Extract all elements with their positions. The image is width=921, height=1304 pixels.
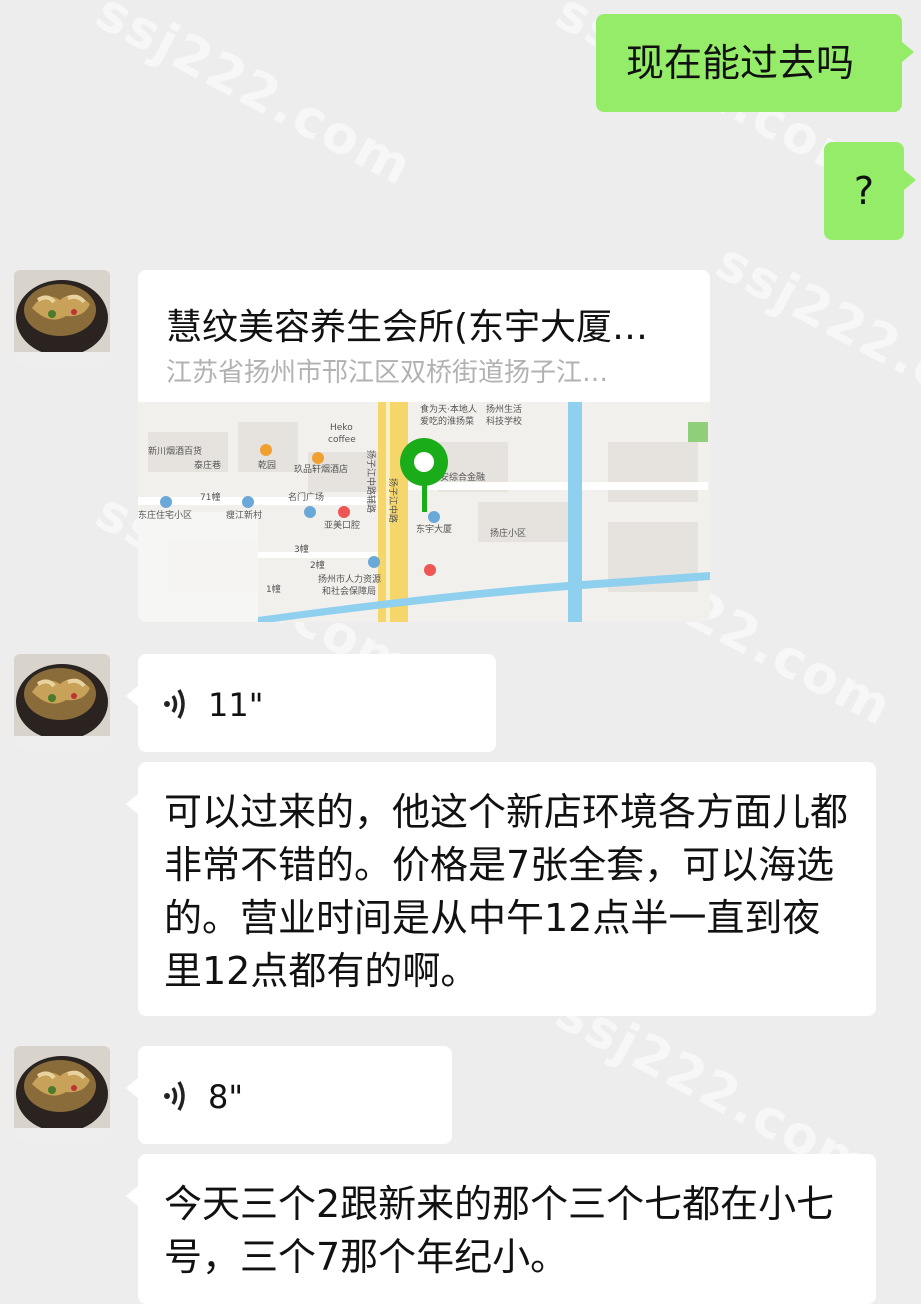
svg-text:东庄住宅小区: 东庄住宅小区 [138, 509, 192, 521]
watermark: ssj222.com [86, 0, 423, 199]
svg-text:1幢: 1幢 [266, 583, 281, 595]
svg-text:扬子江中路: 扬子江中路 [387, 478, 399, 523]
svg-text:新川烟酒百货: 新川烟酒百货 [148, 445, 202, 457]
avatar-image-icon [14, 270, 110, 366]
svg-text:亚美口腔: 亚美口腔 [324, 519, 360, 531]
svg-text:Heko: Heko [330, 423, 353, 433]
svg-text:71幢: 71幢 [200, 491, 220, 503]
location-title: 慧纹美容养生会所(东宇大厦… [166, 307, 649, 348]
svg-text:名门广场: 名门广场 [288, 491, 324, 503]
location-address: 江苏省扬州市邗江区双桥街道扬子江… [166, 358, 609, 388]
svg-text:扬庄小区: 扬庄小区 [490, 527, 526, 539]
voice-wave-icon [162, 682, 192, 736]
svg-text:coffee: coffee [328, 435, 356, 445]
sent-message-bubble[interactable]: 现在能过去吗 [596, 14, 914, 112]
svg-text:3幢: 3幢 [294, 543, 309, 555]
svg-text:瘦江新村: 瘦江新村 [226, 509, 262, 521]
svg-text:和社会保障局: 和社会保障局 [322, 585, 376, 597]
message-text: 今天三个2跟新来的那个三个七都在小七号，三个7那个年纪小。 [164, 1182, 835, 1279]
voice-message-bubble[interactable]: 11" [126, 654, 496, 752]
avatar-image-icon [14, 1046, 110, 1142]
svg-text:扬州生活: 扬州生活 [486, 403, 522, 415]
message-text: 现在能过去吗 [626, 41, 855, 85]
watermark: ssj222.com [706, 231, 921, 449]
svg-text:乾园: 乾园 [258, 459, 276, 471]
voice-message-bubble[interactable]: 8" [126, 1046, 452, 1144]
avatar[interactable] [14, 270, 110, 366]
avatar-image-icon [14, 654, 110, 750]
message-text: ? [853, 169, 875, 213]
svg-text:安综合金融: 安综合金融 [440, 471, 485, 483]
svg-text:泰庄巷: 泰庄巷 [194, 459, 221, 471]
received-message-bubble[interactable]: 今天三个2跟新来的那个三个七都在小七号，三个7那个年纪小。 [126, 1154, 876, 1304]
avatar[interactable] [14, 654, 110, 750]
svg-text:东宇大厦: 东宇大厦 [416, 523, 452, 535]
svg-text:爱吃的淮扬菜: 爱吃的淮扬菜 [420, 415, 474, 427]
avatar[interactable] [14, 1046, 110, 1142]
svg-text:扬子江中路辅路: 扬子江中路辅路 [365, 450, 377, 513]
svg-text:玖品轩烟酒店: 玖品轩烟酒店 [294, 463, 348, 475]
received-message-bubble[interactable]: 可以过来的，他这个新店环境各方面儿都非常不错的。价格是7张全套，可以海选的。营业… [126, 762, 876, 1016]
svg-text:2幢: 2幢 [310, 559, 325, 571]
voice-duration: 8" [208, 1078, 244, 1116]
sent-message-bubble[interactable]: ? [824, 142, 916, 240]
location-map[interactable]: 食为天·本地人 爱吃的淮扬菜 扬州生活 科技学校 Heko coffee 新川烟… [138, 402, 710, 622]
location-card[interactable]: 慧纹美容养生会所(东宇大厦… 江苏省扬州市邗江区双桥街道扬子江… 食为天·本地人… [138, 270, 710, 622]
voice-duration: 11" [208, 686, 264, 724]
svg-text:食为天·本地人: 食为天·本地人 [420, 403, 477, 415]
message-text: 可以过来的，他这个新店环境各方面儿都非常不错的。价格是7张全套，可以海选的。营业… [164, 790, 849, 993]
voice-wave-icon [162, 1074, 192, 1128]
svg-text:科技学校: 科技学校 [486, 415, 522, 427]
svg-text:扬州市人力资源: 扬州市人力资源 [318, 573, 381, 585]
